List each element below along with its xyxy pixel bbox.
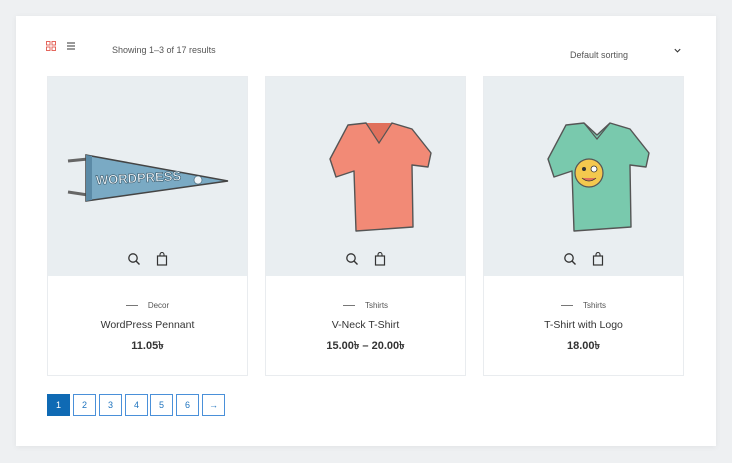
grid-view-icon[interactable] [46, 41, 56, 51]
search-icon[interactable] [563, 252, 577, 266]
page-6-button[interactable]: 6 [176, 394, 199, 416]
page-4-button[interactable]: 4 [125, 394, 148, 416]
shop-toolbar: Showing 1–3 of 17 results Default sortin… [16, 16, 716, 76]
page-3-button[interactable]: 3 [99, 394, 122, 416]
shopping-bag-icon[interactable] [155, 252, 169, 266]
product-card: WORDPRESS Decor WordPress Pennant 11.05৳ [47, 76, 248, 376]
sorting-select-value: Default sorting [570, 50, 629, 60]
product-price: 15.00৳ – 20.00৳ [326, 340, 405, 352]
shopping-bag-icon[interactable] [373, 252, 387, 266]
chevron-down-icon [674, 48, 681, 53]
tshirt-with-logo-image[interactable] [484, 77, 683, 276]
pennant-illustration: WORDPRESS [67, 154, 229, 202]
search-icon[interactable] [127, 252, 141, 266]
product-category: Decor [48, 301, 247, 310]
sorting-select[interactable]: Default sorting [570, 45, 686, 60]
page-1-button[interactable]: 1 [47, 394, 70, 416]
next-page-button[interactable]: → [202, 394, 225, 416]
product-price: 18.00৳ [566, 340, 600, 352]
product-title[interactable]: V-Neck T-Shirt [266, 319, 465, 331]
vneck-tshirt-image[interactable] [266, 77, 465, 276]
vneck-tshirt-illustration [329, 122, 432, 232]
result-count: Showing 1–3 of 17 results [112, 45, 216, 55]
product-title[interactable]: T-Shirt with Logo [484, 319, 683, 331]
product-title[interactable]: WordPress Pennant [48, 319, 247, 331]
shopping-bag-icon[interactable] [591, 252, 605, 266]
shop-panel: Showing 1–3 of 17 results Default sortin… [16, 16, 716, 446]
search-icon[interactable] [345, 252, 359, 266]
page-5-button[interactable]: 5 [150, 394, 173, 416]
list-view-icon[interactable] [66, 41, 76, 51]
logo-tshirt-illustration [547, 122, 650, 232]
wordpress-pennant-image[interactable]: WORDPRESS [48, 77, 247, 276]
product-price: 11.05৳ [131, 340, 164, 352]
page-2-button[interactable]: 2 [73, 394, 96, 416]
product-category: Tshirts [484, 301, 683, 310]
product-card: Tshirts T-Shirt with Logo 18.00৳ [483, 76, 684, 376]
product-card: Tshirts V-Neck T-Shirt 15.00৳ – 20.00৳ [265, 76, 466, 376]
product-category: Tshirts [266, 301, 465, 310]
